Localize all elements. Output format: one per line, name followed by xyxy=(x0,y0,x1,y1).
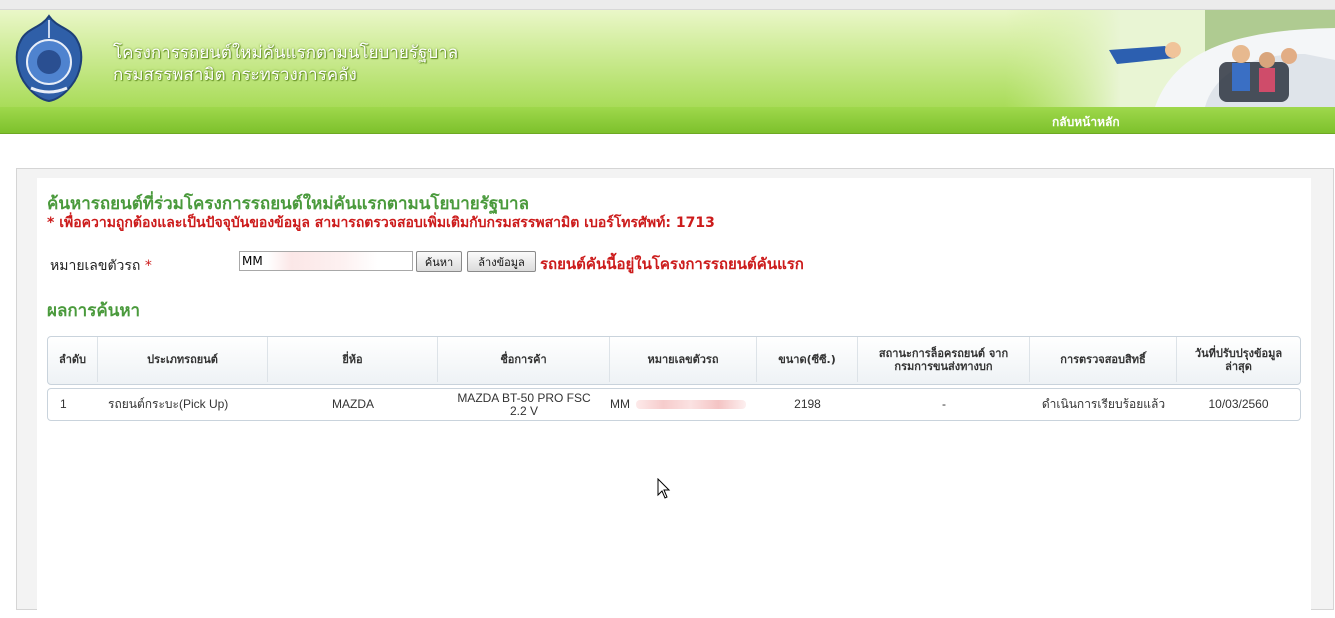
search-button[interactable]: ค้นหา xyxy=(416,251,462,272)
cell-plate: MM xyxy=(610,389,757,420)
department-seal-icon xyxy=(15,14,83,102)
content-panel: ค้นหารถยนต์ที่ร่วมโครงการรถยนต์ใหม่คันแร… xyxy=(16,168,1334,618)
status-message: รถยนต์คันนี้อยู่ในโครงการรถยนต์คันแรก xyxy=(540,255,804,273)
table-row: 1 รถยนต์กระบะ(Pick Up) MAZDA MAZDA BT-50… xyxy=(47,388,1301,421)
col-header-updated: วันที่ปรับปรุงข้อมูล ล่าสุด xyxy=(1194,346,1283,373)
results-table-header: ลำดับ ประเภทรถยนต์ ยี่ห้อ ชื่อการค้า หมา… xyxy=(47,336,1301,385)
plate-label: หมายเลขตัวรถ * xyxy=(50,255,152,277)
cell-brand: MAZDA xyxy=(332,397,374,411)
plate-label-text: หมายเลขตัวรถ xyxy=(50,258,141,274)
redacted-plate xyxy=(636,400,746,409)
col-header-type: ประเภทรถยนต์ xyxy=(98,337,268,382)
content-inner: ค้นหารถยนต์ที่ร่วมโครงการรถยนต์ใหม่คันแร… xyxy=(37,178,1311,618)
clear-button[interactable]: ล้างข้อมูล xyxy=(467,251,536,272)
col-header-rights-check: การตรวจสอบสิทธิ์ xyxy=(1030,337,1177,382)
banner-title-line2: กรมสรรพสามิต กระทรวงการคลัง xyxy=(113,65,357,85)
cell-lock-status: - xyxy=(942,397,946,411)
cell-no: 1 xyxy=(60,397,67,411)
banner-title: โครงการรถยนต์ใหม่คันแรกตามนโยบายรัฐบาล ก… xyxy=(113,42,458,86)
col-header-plate: หมายเลขตัวรถ xyxy=(610,337,757,382)
banner-title-line1: โครงการรถยนต์ใหม่คันแรกตามนโยบายรัฐบาล xyxy=(113,43,459,63)
col-header-lock-status: สถานะการล็อครถยนต์ จากกรมการขนส่งทางบก xyxy=(858,337,1030,382)
cell-updated: 10/03/2560 xyxy=(1208,397,1269,411)
banner-car-photo xyxy=(1005,10,1335,107)
site-banner: โครงการรถยนต์ใหม่คันแรกตามนโยบายรัฐบาล ก… xyxy=(0,10,1335,107)
top-nav-bar: กลับหน้าหลัก xyxy=(0,107,1335,134)
col-header-brand: ยี่ห้อ xyxy=(268,337,438,382)
results-title: ผลการค้นหา xyxy=(47,301,141,321)
cell-trade-name: MAZDA BT-50 PRO FSC 2.2 V xyxy=(457,390,591,418)
cell-type: รถยนต์กระบะ(Pick Up) xyxy=(108,397,229,411)
col-header-trade-name: ชื่อการค้า xyxy=(438,337,610,382)
required-mark: * xyxy=(144,258,152,274)
cell-cc: 2198 xyxy=(794,397,821,411)
nav-home-link[interactable]: กลับหน้าหลัก xyxy=(1052,113,1120,132)
browser-top-strip xyxy=(0,0,1335,10)
mouse-pointer-icon xyxy=(657,478,671,499)
col-header-no: ลำดับ xyxy=(48,337,98,382)
cell-plate-text: MM xyxy=(610,397,630,411)
cell-rights-check: ดำเนินการเรียบร้อยแล้ว xyxy=(1041,397,1166,411)
col-header-cc: ขนาด(ซีซี.) xyxy=(757,337,858,382)
contact-notice: * เพื่อความถูกต้องและเป็นปัจจุบันของข้อม… xyxy=(47,215,715,231)
plate-number-input[interactable] xyxy=(239,251,413,271)
